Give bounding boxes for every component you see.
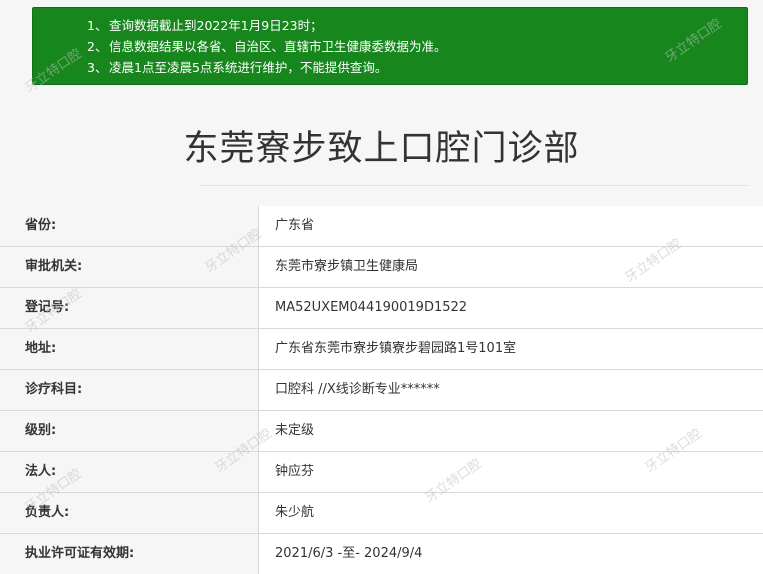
notice-number: 2、 — [87, 39, 108, 54]
row-label: 地址: — [0, 329, 259, 369]
notice-text: 信息数据结果以各省、自治区、直辖市卫生健康委数据为准。 — [109, 39, 447, 54]
notice-text: 凌晨1点至凌晨5点系统进行维护，不能提供查询。 — [109, 60, 388, 75]
table-row: 省份: 广东省 — [0, 206, 763, 247]
table-row: 级别: 未定级 — [0, 411, 763, 452]
row-value: 朱少航 — [259, 493, 763, 533]
notice-line: 2、 信息数据结果以各省、自治区、直辖市卫生健康委数据为准。 — [87, 36, 747, 57]
table-row: 登记号: MA52UXEM044190019D1522 — [0, 288, 763, 329]
table-row: 诊疗科目: 口腔科 //X线诊断专业****** — [0, 370, 763, 411]
row-value: 未定级 — [259, 411, 763, 451]
title-divider — [200, 185, 750, 186]
table-row: 负责人: 朱少航 — [0, 493, 763, 534]
row-value: MA52UXEM044190019D1522 — [259, 288, 763, 328]
row-label: 审批机关: — [0, 247, 259, 287]
page-title: 东莞寮步致上口腔门诊部 — [183, 129, 580, 169]
row-value: 2021/6/3 -至- 2024/9/4 — [259, 534, 763, 574]
row-label: 执业许可证有效期: — [0, 534, 259, 574]
row-label: 省份: — [0, 206, 259, 246]
notice-text: 查询数据截止到2022年1月9日23时； — [109, 18, 323, 33]
table-row: 审批机关: 东莞市寮步镇卫生健康局 — [0, 247, 763, 288]
row-label: 负责人: — [0, 493, 259, 533]
notice-line: 1、 查询数据截止到2022年1月9日23时； — [87, 15, 747, 36]
row-label: 级别: — [0, 411, 259, 451]
notice-number: 1、 — [87, 18, 108, 33]
notice-number: 3、 — [87, 60, 108, 75]
row-value: 广东省东莞市寮步镇寮步碧园路1号101室 — [259, 329, 763, 369]
row-label: 诊疗科目: — [0, 370, 259, 410]
table-row: 法人: 钟应芬 — [0, 452, 763, 493]
row-label: 登记号: — [0, 288, 259, 328]
clinic-info-table: 省份: 广东省 审批机关: 东莞市寮步镇卫生健康局 登记号: MA52UXEM0… — [0, 206, 763, 574]
row-label: 法人: — [0, 452, 259, 492]
table-row: 地址: 广东省东莞市寮步镇寮步碧园路1号101室 — [0, 329, 763, 370]
notice-line: 3、 凌晨1点至凌晨5点系统进行维护，不能提供查询。 — [87, 57, 747, 78]
row-value: 广东省 — [259, 206, 763, 246]
row-value: 钟应芬 — [259, 452, 763, 492]
row-value: 口腔科 //X线诊断专业****** — [259, 370, 763, 410]
table-row: 执业许可证有效期: 2021/6/3 -至- 2024/9/4 — [0, 534, 763, 574]
row-value: 东莞市寮步镇卫生健康局 — [259, 247, 763, 287]
notice-banner: 1、 查询数据截止到2022年1月9日23时； 2、 信息数据结果以各省、自治区… — [32, 7, 748, 85]
